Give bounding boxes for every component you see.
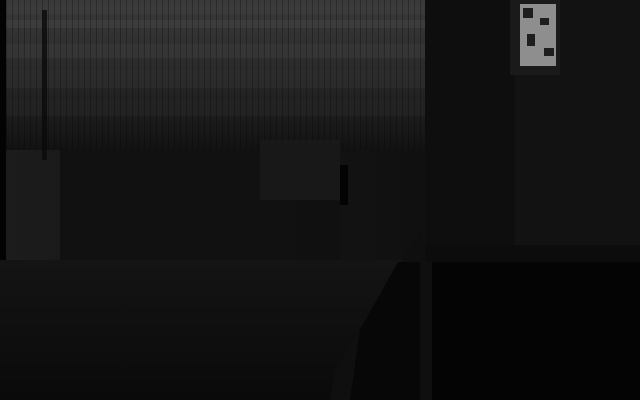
thin-dark-post xyxy=(340,165,348,205)
window-glare-specks xyxy=(523,8,533,18)
room-object-highlight xyxy=(260,140,340,200)
window-glare-specks xyxy=(527,34,535,46)
depth-image xyxy=(0,0,640,400)
lower-right-edge xyxy=(425,245,640,262)
pillar-line xyxy=(42,10,47,160)
door-panel-shade xyxy=(425,0,515,245)
depth-image-canvas xyxy=(0,0,640,400)
lower-right-dark xyxy=(432,262,640,400)
window-glare-specks xyxy=(544,48,554,56)
window-glare-specks xyxy=(540,18,549,25)
ceiling-texture xyxy=(0,0,425,150)
